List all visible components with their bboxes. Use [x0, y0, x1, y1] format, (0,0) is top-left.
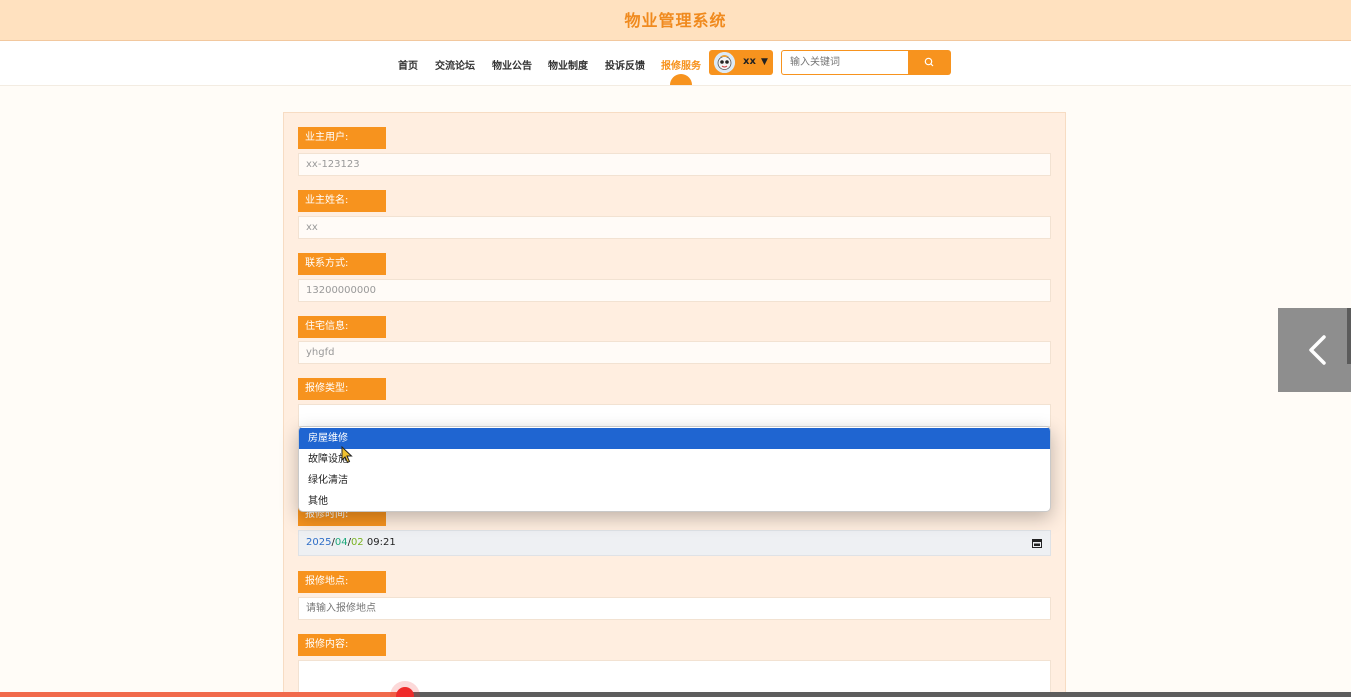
dropdown-option-house-repair[interactable]: 房屋维修	[299, 428, 1050, 449]
date-year: 2025	[306, 537, 332, 548]
avatar	[714, 52, 735, 73]
repair-type-dropdown: 房屋维修 故障设施 绿化清洁 其他	[298, 426, 1051, 512]
residence-field[interactable]: yhgfd	[298, 341, 1051, 364]
caret-down-icon: ▼	[761, 57, 768, 67]
owner-user-field[interactable]: xx-123123	[298, 153, 1051, 176]
nav-item-forum[interactable]: 交流论坛	[435, 57, 475, 72]
dropdown-option-facility-fault[interactable]: 故障设施	[299, 449, 1050, 470]
owner-name-field[interactable]: xx	[298, 216, 1051, 239]
repair-location-label: 报修地点:	[298, 571, 386, 593]
repair-type-select[interactable]	[298, 404, 1051, 427]
site-title: 物业管理系统	[624, 11, 727, 30]
nav-item-complaint[interactable]: 投诉反馈	[605, 57, 645, 72]
mouse-cursor-icon	[341, 446, 353, 464]
nav-item-notice[interactable]: 物业公告	[492, 57, 532, 72]
video-progress-fill	[0, 692, 405, 697]
residence-label: 住宅信息:	[298, 316, 386, 338]
search-button[interactable]	[908, 50, 951, 75]
side-scrollbar[interactable]	[1347, 308, 1351, 364]
contact-field[interactable]: 13200000000	[298, 279, 1051, 302]
date-day: 02	[350, 537, 364, 548]
calendar-icon[interactable]	[1032, 538, 1042, 548]
user-menu-button[interactable]: xx ▼	[709, 50, 773, 75]
dropdown-option-other[interactable]: 其他	[299, 491, 1050, 511]
owner-name-label: 业主姓名:	[298, 190, 386, 212]
date-month: 04	[334, 537, 348, 548]
repair-location-input[interactable]	[298, 597, 1051, 620]
nav-item-rules[interactable]: 物业制度	[548, 57, 588, 72]
user-name: xx	[743, 56, 756, 67]
chevron-left-icon	[1309, 335, 1326, 365]
search-input[interactable]	[781, 50, 908, 75]
side-back-button[interactable]	[1278, 308, 1351, 392]
repair-content-label: 报修内容:	[298, 634, 386, 656]
date-time: 09:21	[366, 537, 396, 548]
nav-item-home[interactable]: 首页	[398, 57, 418, 72]
search-icon	[924, 57, 934, 67]
dropdown-option-greening-cleaning[interactable]: 绿化清洁	[299, 470, 1050, 491]
nav-item-repair[interactable]: 报修服务	[661, 57, 701, 72]
contact-label: 联系方式:	[298, 253, 386, 275]
owner-user-label: 业主用户:	[298, 127, 386, 149]
site-header: 物业管理系统	[0, 0, 1351, 41]
repair-type-label: 报修类型:	[298, 378, 386, 400]
repair-time-field[interactable]: 2025/04/02 09:21	[298, 530, 1051, 556]
